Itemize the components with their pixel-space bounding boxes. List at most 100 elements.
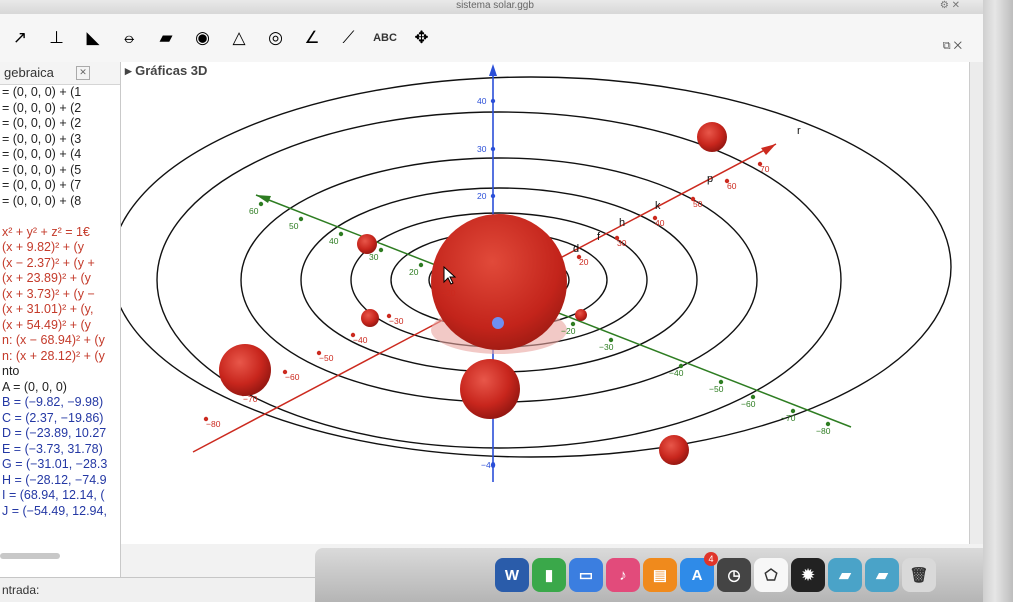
x-axis-tick-label: 60 [727, 181, 737, 191]
algebra-row[interactable]: (x + 31.01)² + (y, [0, 302, 120, 318]
y-axis-tick-label: 20 [409, 267, 419, 277]
planet-mars[interactable] [460, 359, 520, 419]
downloads-folder-icon[interactable]: ▰ [865, 558, 899, 592]
x-axis-tick-label: −80 [206, 419, 221, 429]
word-icon[interactable]: W [495, 558, 529, 592]
planet-jupiter[interactable] [219, 344, 271, 396]
algebra-view-title: gebraica [4, 65, 54, 80]
algebra-row[interactable]: = (0, 0, 0) + (3 [0, 132, 120, 148]
window-controls-icon[interactable]: ⚙ ✕ [940, 0, 960, 12]
settings-icon[interactable]: ✹ [791, 558, 825, 592]
y-axis-tick-label: −60 [741, 399, 756, 409]
angle-tool-icon[interactable]: ∠ [296, 22, 328, 54]
sphere-tool-icon[interactable]: ◉ [187, 22, 219, 54]
algebra-row[interactable]: = (0, 0, 0) + (1 [0, 85, 120, 101]
y-axis-tick [378, 247, 384, 253]
text-tool[interactable]: ABC [369, 22, 401, 54]
z-axis-tick-label: 20 [477, 191, 487, 201]
algebra-row[interactable]: H = (−28.12, −74.9 [0, 473, 120, 489]
trash-icon[interactable]: 🗑 [902, 558, 936, 592]
algebra-row[interactable] [0, 209, 120, 225]
z-axis-tick-label: −40 [481, 460, 496, 470]
z-axis-tick-label: 30 [477, 144, 487, 154]
x-axis-tick-label: −20 [441, 288, 456, 298]
graphics-3d-header: ▸ Gráficas 3D [121, 62, 973, 80]
panel-close-icon[interactable]: ⧉ ✕ [943, 40, 962, 53]
planet-mercury[interactable] [357, 234, 377, 254]
algebra-row[interactable]: B = (−9.82, −9.98) [0, 395, 120, 411]
scene-canvas[interactable]: dfhkpr 706050403020−20−30−40−50−60−70−80… [110, 62, 969, 544]
algebra-row[interactable]: (x − 2.37)² + (y + [0, 256, 120, 272]
plane-tool-icon[interactable]: ▰ [150, 22, 182, 54]
orbit-label: h [619, 217, 625, 229]
algebra-row[interactable]: (x + 9.82)² + (y [0, 240, 120, 256]
algebra-row[interactable]: x² + y² + z² = 1€ [0, 225, 120, 241]
algebra-row[interactable]: (x + 54.49)² + (y [0, 318, 120, 334]
line-tool-icon[interactable]: ↗ [4, 22, 36, 54]
y-axis-tick-label: −20 [561, 326, 576, 336]
dock: W ▮ ▭ ♪ ▤ A ◷ ⬠ ✹ ▰ ▰ 🗑 4 [315, 548, 990, 602]
graphics-3d-view[interactable]: dfhkpr 70 60 50 40 30 20 −20 −30 −40 −50 −60 −70 −80… [110, 62, 969, 544]
algebra-row[interactable]: G = (−31.01, −28.3 [0, 457, 120, 473]
numbers-icon[interactable]: ▮ [532, 558, 566, 592]
algebra-row[interactable]: (x + 23.89)² + (y [0, 271, 120, 287]
orbit-label: d [573, 243, 579, 255]
geogebra-icon[interactable]: ⬠ [754, 558, 788, 592]
perpendicular-tool-icon[interactable]: ⊥ [41, 22, 73, 54]
algebra-row[interactable]: C = (2.37, −19.86) [0, 411, 120, 427]
time-machine-icon[interactable]: ◷ [717, 558, 751, 592]
planet-saturn[interactable] [659, 435, 689, 465]
move-view-icon[interactable]: ✥ [406, 22, 438, 54]
x-axis-tick-label: 30 [617, 238, 627, 248]
algebra-row[interactable]: n: (x + 28.12)² + (y [0, 349, 120, 365]
notification-badge: 4 [704, 552, 718, 566]
screen: sistema solar.ggb ⚙ ✕ ⧉ ✕ ↗ ⊥ ◣ ⦵ ▰ ◉ △ ◎ ∠ ⟋ ABC ✥… [0, 0, 990, 602]
algebra-row[interactable]: n: (x − 68.94)² + (y [0, 333, 120, 349]
planet-uranus[interactable] [697, 122, 727, 152]
keynote-icon[interactable]: ▭ [569, 558, 603, 592]
y-axis-tick-label: 60 [249, 206, 259, 216]
orbit-label: r [797, 125, 801, 137]
algebra-row[interactable]: = (0, 0, 0) + (2 [0, 101, 120, 117]
y-axis-tick [418, 262, 424, 268]
itunes-icon[interactable]: ♪ [606, 558, 640, 592]
pyramid-tool-icon[interactable]: △ [223, 22, 255, 54]
y-axis-tick-label: −70 [781, 413, 796, 423]
x-axis-tick-label: −50 [319, 353, 334, 363]
folder-icon[interactable]: ▰ [828, 558, 862, 592]
algebra-row[interactable]: E = (−3.73, 31.78) [0, 442, 120, 458]
close-icon[interactable]: ✕ [76, 66, 90, 80]
ibooks-icon[interactable]: ▤ [643, 558, 677, 592]
algebra-row[interactable]: I = (68.94, 12.14, ( [0, 488, 120, 504]
algebra-row[interactable]: J = (−54.49, 12.94, [0, 504, 120, 520]
origin-point[interactable] [492, 317, 504, 329]
window-titlebar: sistema solar.ggb ⚙ ✕ [0, 0, 990, 15]
graphics-3d-title: Gráficas 3D [135, 63, 208, 78]
algebra-row[interactable]: A = (0, 0, 0) [0, 380, 120, 396]
orbit-label: k [655, 200, 661, 212]
reflect-tool-icon[interactable]: ⟋ [333, 22, 365, 54]
x-axis-tick-label: 50 [693, 199, 703, 209]
algebra-row[interactable]: nto [0, 364, 120, 380]
algebra-row[interactable]: = (0, 0, 0) + (5 [0, 163, 120, 179]
algebra-row[interactable]: = (0, 0, 0) + (8 [0, 194, 120, 210]
algebra-row[interactable]: = (0, 0, 0) + (2 [0, 116, 120, 132]
algebra-row[interactable]: D = (−23.89, 10.27 [0, 426, 120, 442]
collapse-arrow-icon[interactable]: ▸ [125, 63, 135, 78]
horizontal-scrollbar[interactable] [0, 553, 60, 559]
y-axis-tick-label: 50 [289, 221, 299, 231]
y-axis-tick [258, 201, 264, 207]
rotate-view-icon[interactable]: ◎ [260, 22, 292, 54]
polygon-tool-icon[interactable]: ◣ [77, 22, 109, 54]
circle-tool-icon[interactable]: ⦵ [114, 22, 146, 54]
planet-venus[interactable] [361, 309, 379, 327]
window-title: sistema solar.ggb [456, 0, 534, 11]
algebra-row[interactable]: = (0, 0, 0) + (4 [0, 147, 120, 163]
x-axis-tick-label: −30 [389, 316, 404, 326]
algebra-row[interactable]: (x + 3.73)² + (y − [0, 287, 120, 303]
algebra-row[interactable]: = (0, 0, 0) + (7 [0, 178, 120, 194]
y-axis-tick-label: 40 [329, 236, 339, 246]
z-axis-tick [490, 193, 496, 199]
planet-earth[interactable] [575, 309, 587, 321]
y-axis-tick [298, 216, 304, 222]
